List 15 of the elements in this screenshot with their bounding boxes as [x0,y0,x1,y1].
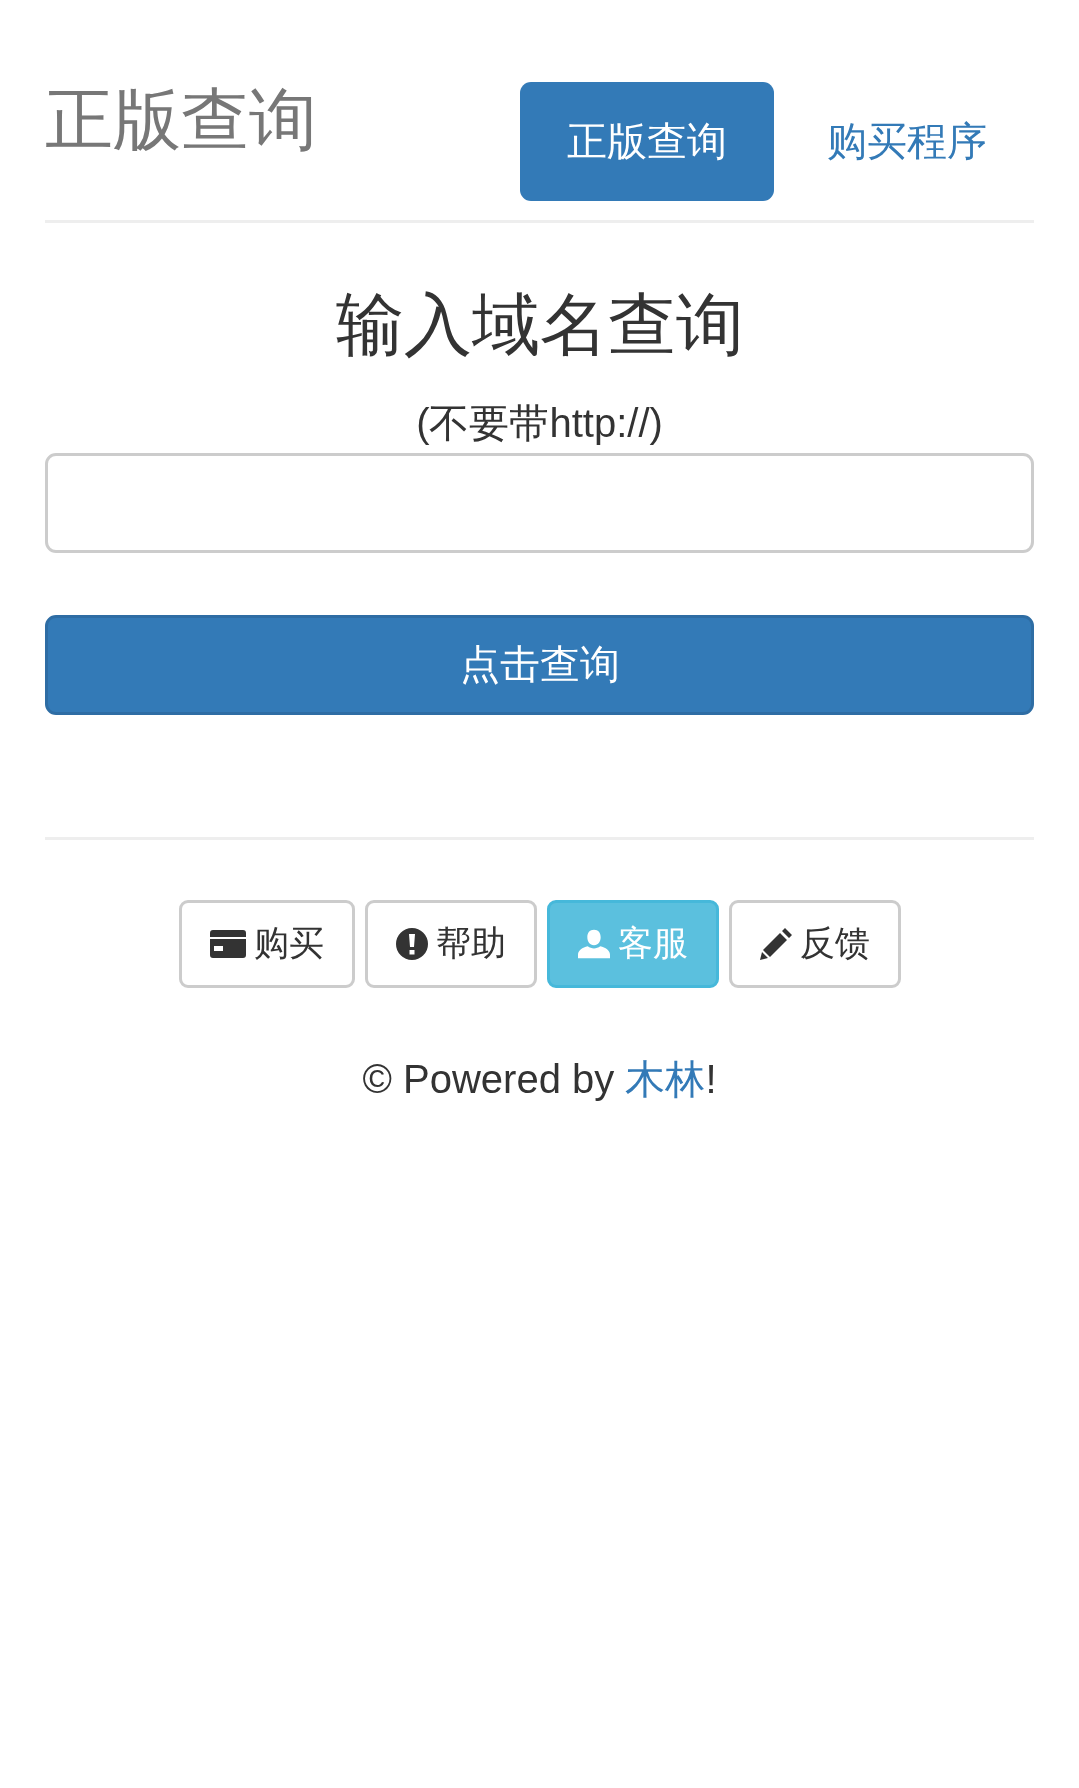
query-heading: 输入域名查询 [335,287,744,362]
nav-tab[interactable]: 正版查询 [520,82,774,201]
action-button[interactable]: 帮助 [364,899,537,988]
nav-tab[interactable]: 购买程序 [780,82,1034,201]
action-button[interactable]: 购买 [178,899,355,988]
author-link[interactable]: 木林 [625,1056,706,1101]
hint-text: (不要带http://) [416,399,663,447]
domain-input-field[interactable] [45,452,1034,553]
copyright-text: © Powered by 木林! [361,1055,718,1103]
action-button[interactable]: 反馈 [728,899,901,988]
user-icon [577,927,610,960]
query-button[interactable]: 点击查询 [45,614,1034,715]
credit-card-icon [209,929,246,958]
pencil-icon [759,927,792,960]
site-title: 正版查询 [45,82,317,157]
